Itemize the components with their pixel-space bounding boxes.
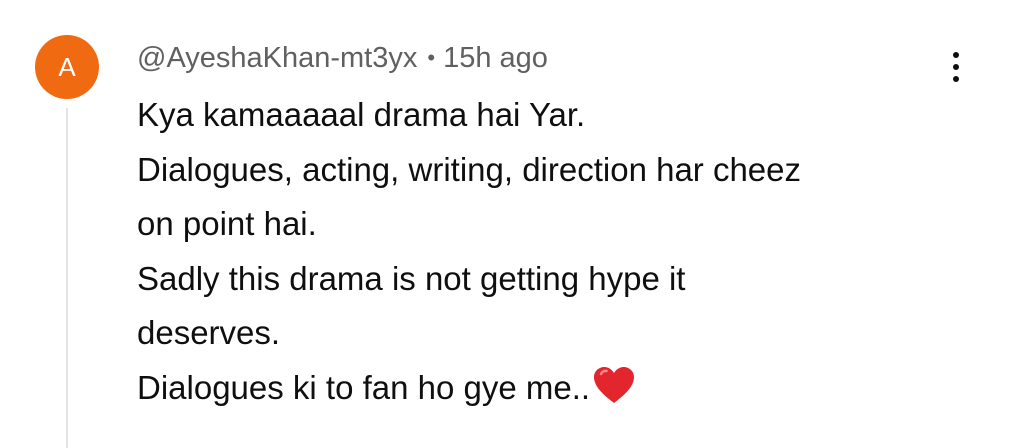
red-heart-emoji <box>594 366 635 403</box>
avatar[interactable]: A <box>35 35 99 99</box>
more-vert-icon[interactable] <box>938 45 974 89</box>
comment-text: Kya kamaaaaal drama hai Yar. Dialogues, … <box>137 88 957 415</box>
separator-dot: • <box>427 45 436 70</box>
comment-header: @AyeshaKhan-mt3yx • 15h ago <box>137 38 548 78</box>
comment-last-line: Dialogues ki to fan ho gye me.. <box>137 361 957 416</box>
author-name[interactable]: @AyeshaKhan-mt3yx <box>137 42 417 74</box>
menu-dot <box>953 64 959 70</box>
avatar-letter: A <box>58 51 76 82</box>
comment-line: Sadly this drama is not getting hype it <box>137 259 686 297</box>
menu-dot <box>953 52 959 58</box>
thread-line <box>66 108 68 448</box>
comment-line: Kya kamaaaaal drama hai Yar. <box>137 96 586 133</box>
comment-time[interactable]: 15h ago <box>443 42 548 74</box>
comment-line: on point hai. <box>137 205 317 242</box>
menu-dot <box>953 76 959 82</box>
comment-line: Dialogues, acting, writing, direction ha… <box>137 150 802 188</box>
comment-line: Dialogues ki to fan ho gye me.. <box>137 368 591 406</box>
comment-line: deserves. <box>137 314 281 351</box>
